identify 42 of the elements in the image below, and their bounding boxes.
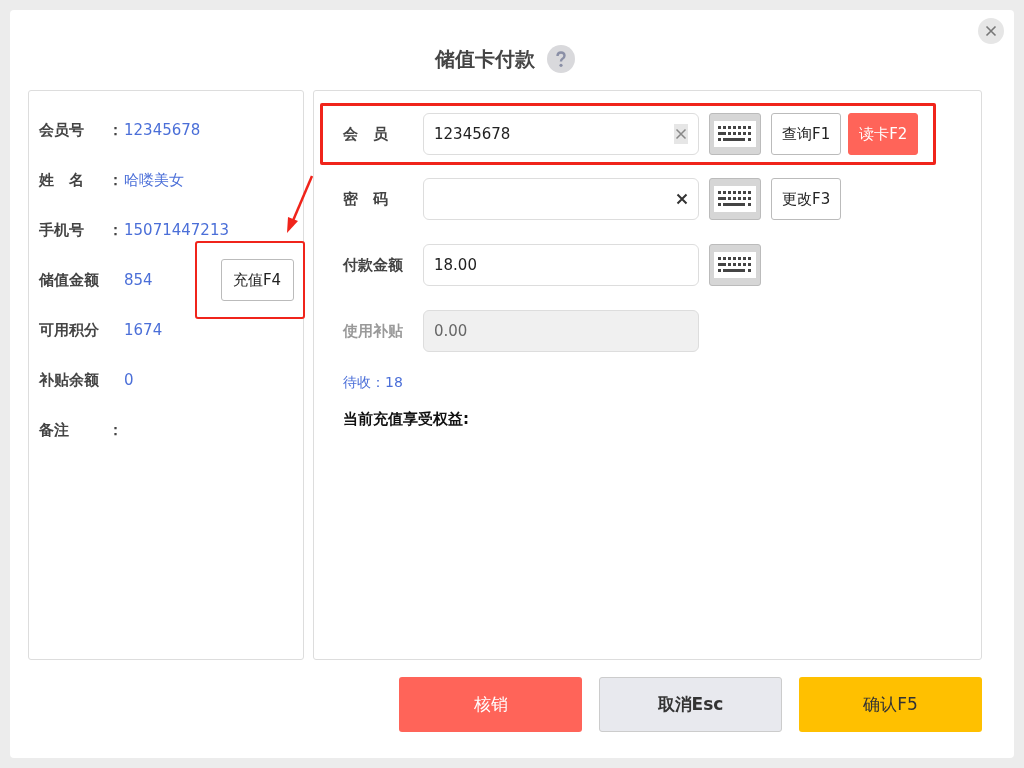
field-label: 备注 [39,420,70,440]
pending-amount: 待收：18 [343,374,404,392]
annotation-arrow [285,175,315,235]
colon: ： [108,420,124,440]
field-label: 会员号 [39,120,85,140]
confirm-button[interactable]: 确认F5 [799,677,982,732]
field-value: 12345678 [124,121,201,139]
field-label: 使用补贴 [343,321,404,341]
cancel-button[interactable]: 取消Esc [599,677,782,732]
field-value: 哈喽美女 [124,170,184,190]
action-button[interactable]: 查询F1 [771,113,842,155]
keyboard-icon [714,252,756,278]
recharge-button[interactable]: 充值F4 [220,259,294,301]
keyboard-icon [714,186,756,212]
benefits-heading: 当前充值享受权益: [343,410,470,429]
field-label: 手机号 [39,220,85,240]
action-button[interactable]: 更改F3 [771,178,842,220]
input-field[interactable] [423,178,699,220]
colon: ： [108,170,124,190]
field-label: 补贴余额 [39,370,100,390]
colon: ： [108,120,124,140]
field-label: 会 员 [343,124,389,144]
field-label: 密 码 [343,189,389,209]
keyboard-button[interactable] [709,178,761,220]
field-label: 储值金额 [39,270,100,290]
keyboard-icon [714,121,756,147]
field-value: 1674 [124,321,163,339]
field-label: 付款金额 [343,255,404,275]
input-field[interactable]: 12345678 [423,113,699,155]
field-label: 姓 名 [39,170,85,190]
close-icon[interactable] [978,18,1004,44]
input-field[interactable]: 18.00 [423,244,699,286]
field-value: 0 [124,371,134,389]
field-label: 可用积分 [39,320,100,340]
colon: ： [108,220,124,240]
keyboard-button[interactable] [709,113,761,155]
clear-icon[interactable] [676,193,688,205]
field-value: 15071447213 [124,221,229,239]
field-value: 854 [124,271,153,289]
keyboard-button[interactable] [709,244,761,286]
help-icon[interactable] [547,45,575,73]
dialog-title: 储值卡付款 [435,45,535,73]
